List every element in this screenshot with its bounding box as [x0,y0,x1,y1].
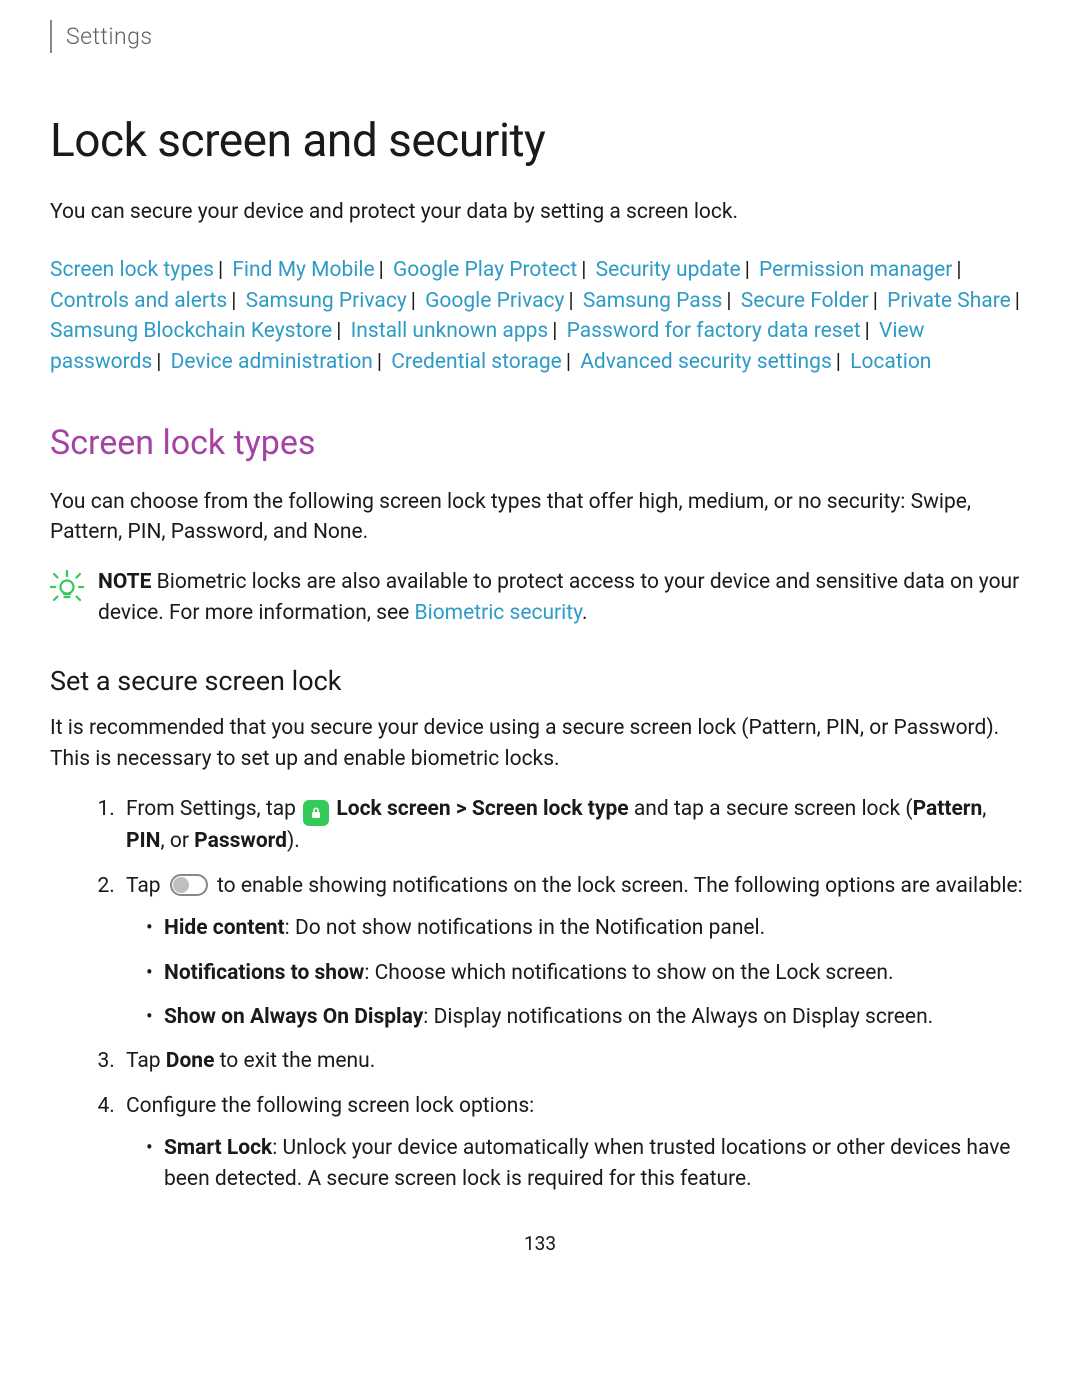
navlink[interactable]: Private Share [887,289,1011,313]
navlink[interactable]: Samsung Pass [583,289,723,313]
navlink[interactable]: Device administration [171,350,373,374]
navlink[interactable]: Permission manager [759,258,952,282]
navlink[interactable]: Advanced security settings [580,350,832,374]
navlink[interactable]: Install unknown apps [351,319,549,343]
navlink[interactable]: Google Play Protect [393,258,577,282]
navlink[interactable]: Samsung Privacy [246,289,407,313]
steps-list: From Settings, tap Lock screen > Screen … [50,794,1030,1194]
bullet-item: Hide content: Do not show notifications … [164,913,1030,943]
step-1: From Settings, tap Lock screen > Screen … [120,794,1030,856]
note-label: NOTE [98,570,151,594]
breadcrumb: Settings [50,20,1030,53]
step-4: Configure the following screen lock opti… [120,1091,1030,1194]
navlink[interactable]: Secure Folder [741,289,869,313]
toggle-off-icon [170,874,208,896]
subsection-paragraph: It is recommended that you secure your d… [50,713,1030,774]
lock-icon [303,800,329,826]
note-body-post: . [582,601,588,625]
biometric-security-link[interactable]: Biometric security [415,601,583,625]
section-heading: Screen lock types [50,419,1030,468]
navlink[interactable]: Credential storage [391,350,562,374]
navlink[interactable]: Samsung Blockchain Keystore [50,319,332,343]
step-3: Tap Done to exit the menu. [120,1046,1030,1076]
navlink[interactable]: Controls and alerts [50,289,227,313]
note-text: NOTE Biometric locks are also available … [98,567,1030,628]
note-block: NOTE Biometric locks are also available … [50,567,1030,628]
bullet-item: Smart Lock: Unlock your device automatic… [164,1133,1030,1194]
nav-links: Screen lock types| Find My Mobile| Googl… [50,255,1030,377]
step-2: Tap to enable showing notifications on t… [120,871,1030,1033]
step-4-bullets: Smart Lock: Unlock your device automatic… [126,1133,1030,1194]
page-title: Lock screen and security [50,108,1030,175]
navlink[interactable]: Password for factory data reset [567,319,861,343]
page-number: 133 [50,1230,1030,1258]
intro-paragraph: You can secure your device and protect y… [50,197,1030,227]
subsection-heading: Set a secure screen lock [50,662,1030,701]
bullet-item: Notifications to show: Choose which noti… [164,958,1030,988]
navlink[interactable]: Screen lock types [50,258,214,282]
navlink[interactable]: Security update [596,258,741,282]
navlink[interactable]: Google Privacy [425,289,564,313]
lightbulb-icon [50,569,84,612]
navlink[interactable]: Find My Mobile [232,258,374,282]
section-paragraph: You can choose from the following screen… [50,487,1030,548]
navlink[interactable]: Location [850,350,931,374]
step-2-bullets: Hide content: Do not show notifications … [126,913,1030,1032]
bullet-item: Show on Always On Display: Display notif… [164,1002,1030,1032]
